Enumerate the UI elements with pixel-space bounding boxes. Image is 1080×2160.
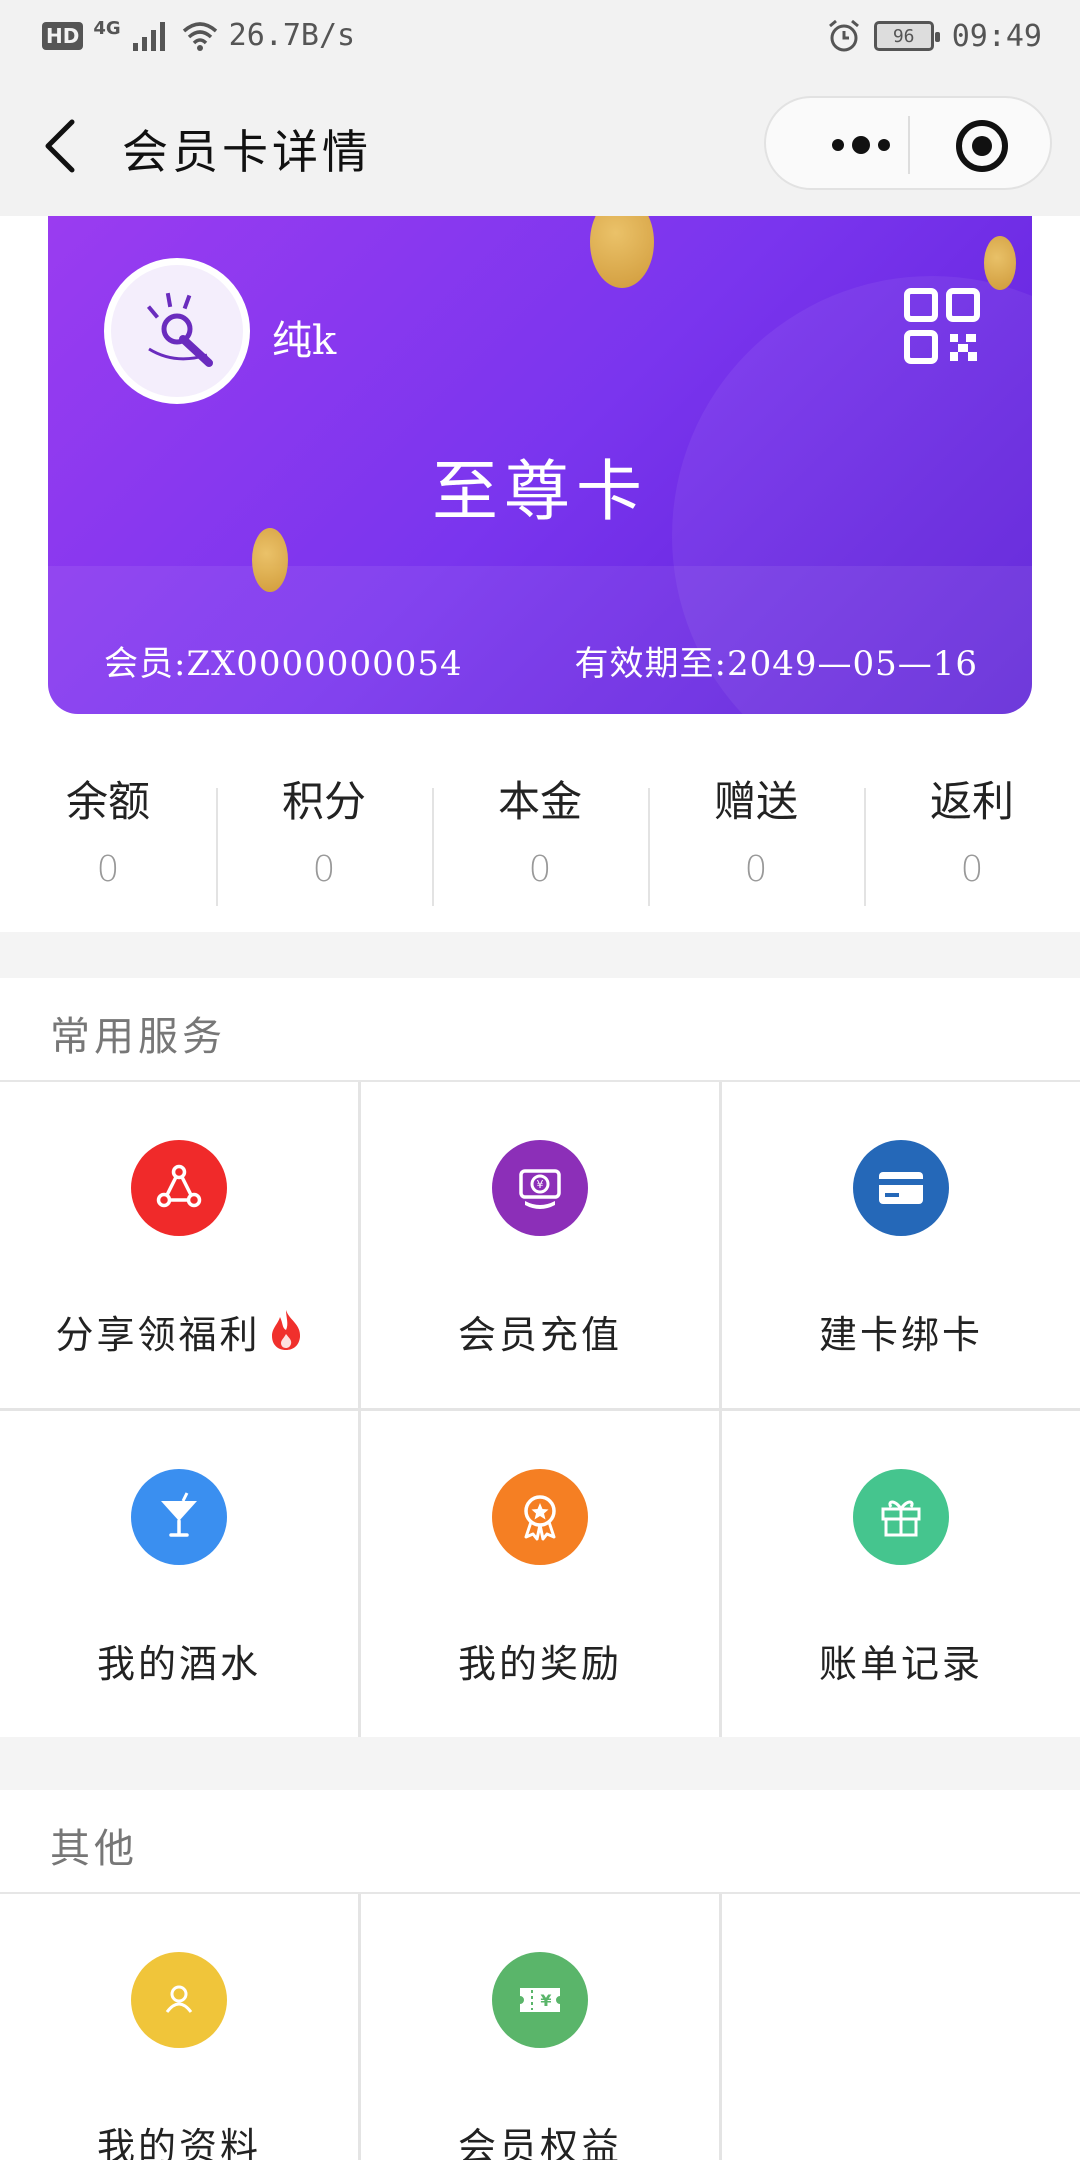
service-share[interactable]: 分享领福利 [0, 1082, 358, 1408]
stat-label: 积分 [281, 777, 366, 826]
hd-indicator: HD [42, 21, 84, 50]
member-number: 会员:ZX0000000054 [104, 644, 463, 684]
section-header-common: 常用服务 [0, 978, 1080, 1082]
ticket-icon: ¥ [492, 1952, 588, 2048]
empty-cell [722, 1894, 1080, 2160]
battery-level: 96 [892, 25, 915, 47]
card-username: 纯k [272, 318, 337, 364]
service-recharge[interactable]: ¥ 会员充值 [361, 1082, 719, 1408]
coin-decoration [984, 236, 1016, 290]
common-services-grid: 分享领福利 ¥ 会员充值 建卡绑卡 我的酒水 我的奖励 账单记录 [0, 1082, 1080, 1737]
stat-value: 0 [744, 849, 768, 890]
stat-label: 余额 [65, 777, 150, 826]
stat-principal[interactable]: 本金 0 [432, 756, 648, 906]
stat-label: 返利 [929, 777, 1014, 826]
cocktail-icon [131, 1469, 227, 1565]
service-bills[interactable]: 账单记录 [722, 1411, 1080, 1737]
stat-value: 0 [528, 849, 552, 890]
service-label-text: 分享领福利 [55, 1313, 261, 1357]
network-type: 4G [93, 18, 121, 39]
card-section: 纯k 至尊卡 会员:ZX0000000054 有效期至:2049—05—16 余… [0, 216, 1080, 932]
medal-icon [492, 1469, 588, 1565]
content-area: 纯k 至尊卡 会员:ZX0000000054 有效期至:2049—05—16 余… [0, 216, 1080, 2160]
section-header-other: 其他 [0, 1790, 1080, 1894]
service-label: 我的资料 [96, 2125, 261, 2160]
qr-code-icon[interactable] [904, 288, 980, 364]
avatar [104, 258, 250, 404]
expiry-date: 有效期至:2049—05—16 [574, 644, 978, 684]
wifi-icon [182, 21, 217, 51]
service-label: 账单记录 [818, 1642, 983, 1686]
section-title: 常用服务 [50, 1014, 226, 1060]
coin-decoration [252, 528, 288, 592]
stat-points[interactable]: 积分 0 [216, 756, 432, 906]
other-services-grid: 我的资料 ¥ 会员权益 [0, 1894, 1080, 2160]
stat-value: 0 [312, 849, 336, 890]
service-benefits[interactable]: ¥ 会员权益 [361, 1894, 719, 2160]
svg-text:¥: ¥ [537, 1178, 544, 1191]
svg-text:¥: ¥ [540, 1991, 551, 2010]
recharge-icon: ¥ [492, 1140, 588, 1236]
coin-decoration [590, 216, 654, 288]
battery-icon: 96 [873, 21, 940, 51]
signal-icon [132, 21, 165, 51]
stat-bonus[interactable]: 赠送 0 [648, 756, 864, 906]
service-label: 我的酒水 [96, 1642, 261, 1686]
close-miniprogram-icon[interactable] [954, 118, 1010, 174]
back-arrow-icon[interactable] [38, 116, 88, 176]
status-bar: HD 4G 26.7B/s 96 09:49 [0, 0, 1080, 76]
card-level: 至尊卡 [432, 453, 648, 530]
capsule-divider [908, 116, 910, 174]
service-rewards[interactable]: 我的奖励 [361, 1411, 719, 1737]
clock: 09:49 [951, 18, 1042, 54]
alarm-icon [828, 19, 859, 52]
section-title: 其他 [50, 1826, 138, 1872]
service-label: 会员充值 [457, 1313, 622, 1357]
network-speed: 26.7B/s [228, 18, 356, 53]
more-icon[interactable] [806, 120, 916, 170]
gift-icon [853, 1469, 949, 1565]
page-title: 会员卡详情 [122, 125, 372, 179]
service-label: 我的奖励 [457, 1642, 622, 1686]
stat-label: 赠送 [713, 777, 798, 826]
account-stats: 余额 0 积分 0 本金 0 赠送 0 返利 0 [0, 756, 1080, 906]
stat-value: 0 [96, 849, 120, 890]
service-label: 建卡绑卡 [818, 1313, 983, 1357]
profile-icon [131, 1952, 227, 2048]
stat-label: 本金 [497, 777, 582, 826]
share-icon [131, 1140, 227, 1236]
service-drinks[interactable]: 我的酒水 [0, 1411, 358, 1737]
member-card: 纯k 至尊卡 会员:ZX0000000054 有效期至:2049—05—16 [48, 216, 1032, 714]
stat-balance[interactable]: 余额 0 [0, 756, 216, 896]
miniprogram-capsule [764, 96, 1052, 190]
stat-rebate[interactable]: 返利 0 [864, 756, 1080, 906]
service-label: 会员权益 [457, 2125, 622, 2160]
whistle-logo-icon [146, 292, 213, 367]
service-bind-card[interactable]: 建卡绑卡 [722, 1082, 1080, 1408]
stat-value: 0 [960, 849, 984, 890]
service-profile[interactable]: 我的资料 [0, 1894, 358, 2160]
service-label: 分享领福利 [0, 1304, 358, 1359]
card-icon [853, 1140, 949, 1236]
nav-bar: 会员卡详情 [0, 76, 1080, 216]
fire-icon [271, 1310, 300, 1350]
